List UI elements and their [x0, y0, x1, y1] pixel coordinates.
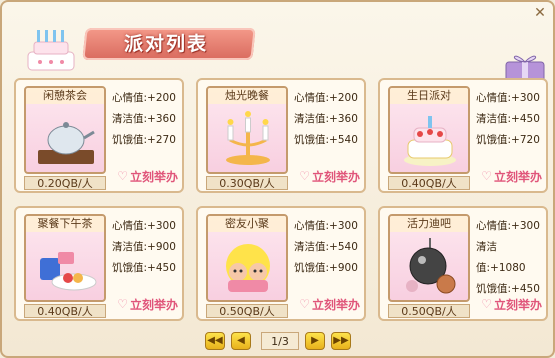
birthday-cake-icon — [404, 116, 456, 166]
hold-now-button[interactable]: ♡ 立刻举办 — [294, 166, 364, 188]
heart-icon: ♡ — [481, 169, 492, 183]
snacks-icon — [40, 252, 97, 291]
heart-icon: ♡ — [299, 169, 310, 183]
hold-now-button[interactable]: ♡ 立刻举办 — [476, 166, 546, 188]
title-bar: 派对列表 ✕ — [2, 2, 555, 91]
party-card: 活力迪吧 0.50QB/人 心情值:+300 清洁值:+1080 饥饿值:+45… — [378, 206, 548, 321]
party-thumbnail[interactable]: 聚餐下午茶 — [24, 214, 106, 302]
heart-icon: ♡ — [117, 297, 128, 311]
hold-now-button[interactable]: ♡ 立刻举办 — [294, 294, 364, 316]
party-card: 烛光晚餐 0.30QB/人 心情值:+200 清洁值:+360 饥饿值:+540… — [196, 78, 366, 193]
next-page-button[interactable]: ▶ — [305, 332, 325, 350]
party-thumbnail[interactable]: 闲憩茶会 — [24, 86, 106, 174]
clean-stat: 清洁值:+360 — [294, 113, 358, 125]
mood-stat: 心情值:+300 — [476, 220, 540, 232]
party-stats: 心情值:+200 清洁值:+360 饥饿值:+270 — [112, 88, 182, 151]
mood-stat: 心情值:+200 — [294, 92, 358, 104]
party-name: 聚餐下午茶 — [26, 216, 104, 232]
party-name: 活力迪吧 — [390, 216, 468, 232]
friends-icon — [226, 244, 270, 292]
mood-stat: 心情值:+300 — [476, 92, 540, 104]
first-page-button[interactable]: ◀◀ — [205, 332, 225, 350]
party-price: 0.40QB/人 — [24, 304, 106, 318]
hunger-stat: 饥饿值:+720 — [476, 134, 540, 146]
party-thumbnail[interactable]: 生日派对 — [388, 86, 470, 174]
party-price: 0.40QB/人 — [388, 176, 470, 190]
page-indicator: 1/3 — [261, 332, 299, 350]
mood-stat: 心情值:+300 — [294, 220, 358, 232]
last-page-button[interactable]: ▶▶ — [331, 332, 351, 350]
party-price: 0.30QB/人 — [206, 176, 288, 190]
clean-stat: 清洁值:+540 — [294, 241, 358, 253]
party-card: 闲憩茶会 0.20QB/人 心情值:+200 清洁值:+360 饥饿值:+270… — [14, 78, 184, 193]
hunger-stat: 饥饿值:+540 — [294, 134, 358, 146]
party-card: 密友小聚 0.50QB/人 心情值:+300 清洁值:+540 饥饿值:+900… — [196, 206, 366, 321]
page-title: 派对列表 — [124, 33, 209, 55]
hunger-stat: 饥饿值:+900 — [294, 262, 358, 274]
teapot-icon — [38, 122, 95, 164]
mood-stat: 心情值:+300 — [112, 220, 176, 232]
hold-now-button[interactable]: ♡ 立刻举办 — [476, 294, 546, 316]
hold-now-button[interactable]: ♡ 立刻举办 — [112, 166, 182, 188]
clean-stat: 清洁值:+360 — [112, 113, 176, 125]
clean-stat: 清洁值:+1080 — [476, 241, 526, 274]
hunger-stat: 饥饿值:+450 — [112, 262, 176, 274]
disco-ball-icon — [406, 238, 456, 294]
party-name: 密友小聚 — [208, 216, 286, 232]
heart-icon: ♡ — [481, 297, 492, 311]
candles-icon — [226, 111, 270, 165]
party-card: 聚餐下午茶 0.40QB/人 心情值:+300 清洁值:+900 饥饿值:+45… — [14, 206, 184, 321]
party-thumbnail[interactable]: 烛光晚餐 — [206, 86, 288, 174]
hold-now-button[interactable]: ♡ 立刻举办 — [112, 294, 182, 316]
clean-stat: 清洁值:+450 — [476, 113, 540, 125]
party-stats: 心情值:+300 清洁值:+1080 饥饿值:+450 — [476, 216, 546, 300]
party-grid: 闲憩茶会 0.20QB/人 心情值:+200 清洁值:+360 饥饿值:+270… — [14, 78, 548, 322]
party-name: 闲憩茶会 — [26, 88, 104, 104]
party-price: 0.50QB/人 — [388, 304, 470, 318]
heart-icon: ♡ — [299, 297, 310, 311]
party-card: 生日派对 0.40QB/人 心情值:+300 清洁值:+450 饥饿值:+720… — [378, 78, 548, 193]
party-name: 生日派对 — [390, 88, 468, 104]
party-name: 烛光晚餐 — [208, 88, 286, 104]
close-button[interactable]: ✕ — [531, 4, 549, 22]
heart-icon: ♡ — [117, 169, 128, 183]
party-price: 0.20QB/人 — [24, 176, 106, 190]
clean-stat: 清洁值:+900 — [112, 241, 176, 253]
party-stats: 心情值:+300 清洁值:+450 饥饿值:+720 — [476, 88, 546, 151]
hunger-stat: 饥饿值:+270 — [112, 134, 176, 146]
party-thumbnail[interactable]: 活力迪吧 — [388, 214, 470, 302]
prev-page-button[interactable]: ◀ — [231, 332, 251, 350]
party-stats: 心情值:+300 清洁值:+540 饥饿值:+900 — [294, 216, 364, 279]
party-stats: 心情值:+300 清洁值:+900 饥饿值:+450 — [112, 216, 182, 279]
mood-stat: 心情值:+200 — [112, 92, 176, 104]
party-stats: 心情值:+200 清洁值:+360 饥饿值:+540 — [294, 88, 364, 151]
party-thumbnail[interactable]: 密友小聚 — [206, 214, 288, 302]
party-price: 0.50QB/人 — [206, 304, 288, 318]
party-list-window: 派对列表 ✕ 闲憩茶会 0.20QB/人 心情值:+200 清洁值:+360 饥… — [0, 0, 555, 358]
cake-decoration-icon — [27, 30, 75, 71]
